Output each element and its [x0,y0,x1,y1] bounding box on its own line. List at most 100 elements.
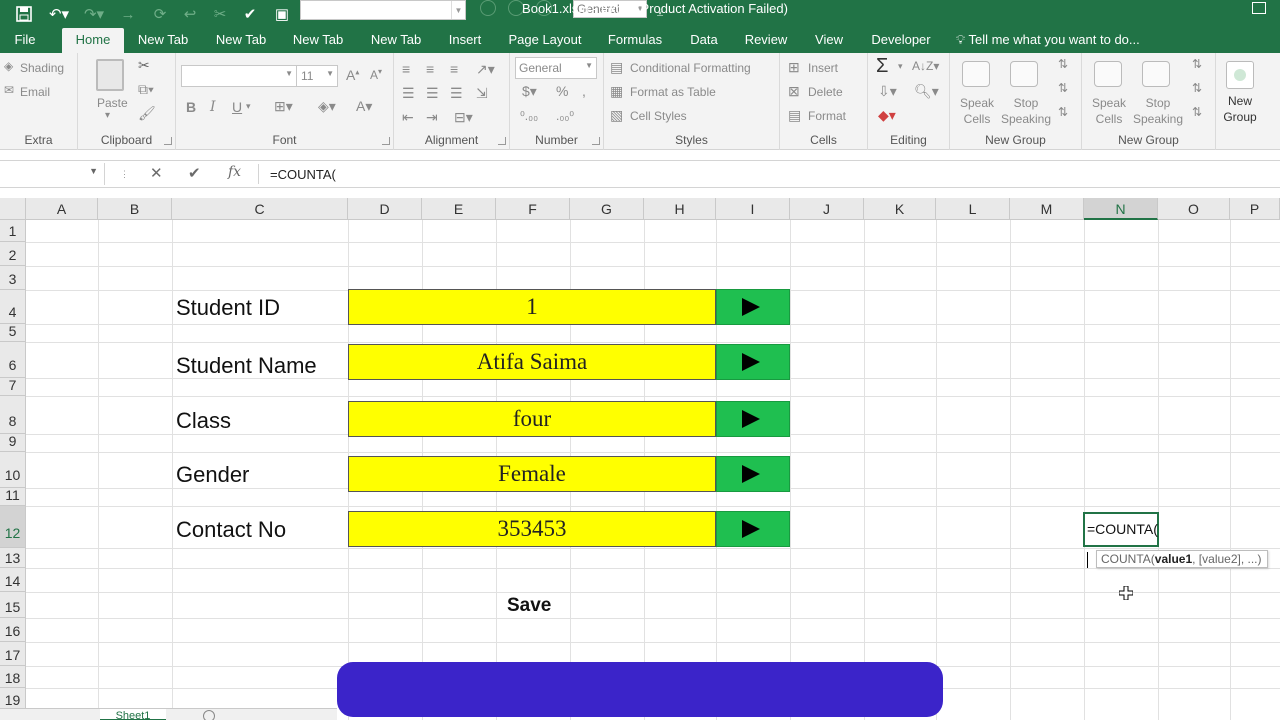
student-name-field[interactable]: Atifa Saima [348,344,716,380]
dialog-launcher-icon[interactable] [382,137,390,145]
row-header[interactable]: 1 [0,220,26,242]
fill-icon[interactable]: ⇩▾ [878,83,897,100]
function-tooltip[interactable]: COUNTA(value1, [value2], ...) [1096,550,1268,568]
column-header[interactable]: I [716,198,790,220]
gender-field[interactable]: Female [348,456,716,492]
tab-insert[interactable]: Insert [441,28,489,53]
decrease-font-icon[interactable]: A▾ [370,67,382,82]
stop-speaking-button[interactable]: Stop Speaking [1132,95,1184,127]
dialog-launcher-icon[interactable] [164,137,172,145]
row-header[interactable]: 17 [0,642,26,666]
column-header[interactable]: D [348,198,422,220]
student-id-go-button[interactable] [716,289,790,325]
column-header[interactable]: O [1158,198,1230,220]
tab-file[interactable]: File [0,28,50,53]
list-icon[interactable]: ⇅ [1058,57,1068,71]
decrease-decimal-icon[interactable]: .₀₀⁰ [556,109,574,123]
format-button[interactable]: Format [808,109,846,123]
list-icon[interactable]: ⇅ [1058,105,1068,119]
name-box[interactable]: ▼ [0,163,105,185]
bold-icon[interactable]: B [186,99,196,115]
column-header[interactable]: P [1230,198,1280,220]
column-header[interactable]: H [644,198,716,220]
insert-function-icon[interactable]: fx [228,164,241,180]
paste-icon[interactable] [96,59,124,91]
tab-home[interactable]: Home [62,28,124,53]
enter-icon[interactable]: ✔ [188,164,201,182]
currency-icon[interactable]: $▾ [522,83,537,100]
wrap-text-icon[interactable]: ⇲ [476,85,488,102]
email-button[interactable]: Email [20,85,50,99]
row-header[interactable]: 5 [0,324,26,342]
copy-icon[interactable]: ⧉▾ [138,81,154,98]
row-header[interactable]: 13 [0,548,26,568]
row-header[interactable]: 8 [0,396,26,434]
clear-icon[interactable]: ◆▾ [878,107,896,124]
column-header[interactable]: M [1010,198,1084,220]
tab-page-layout[interactable]: Page Layout [503,28,587,53]
tab-formulas[interactable]: Formulas [601,28,669,53]
tab-new-tab-4[interactable]: New Tab [364,28,428,53]
row-header[interactable]: 9 [0,434,26,452]
row-header[interactable]: 10 [0,452,26,488]
ribbon-display-options-icon[interactable] [1252,2,1266,14]
format-as-table-button[interactable]: Format as Table [630,85,716,99]
delete-button[interactable]: Delete [808,85,843,99]
font-color-icon[interactable]: A▾ [356,98,372,115]
row-header[interactable]: 4 [0,290,26,324]
row-header[interactable]: 18 [0,666,26,688]
autosum-icon[interactable]: Σ [876,55,888,78]
tab-view[interactable]: View [808,28,850,53]
contact-no-field[interactable]: 353453 [348,511,716,547]
row-header[interactable]: 3 [0,266,26,290]
orientation-icon[interactable]: ↗▾ [476,61,495,78]
fill-color-icon[interactable]: ◈▾ [318,98,336,115]
tab-new-tab-1[interactable]: New Tab [131,28,195,53]
column-header[interactable]: E [422,198,496,220]
student-name-go-button[interactable] [716,344,790,380]
font-name-select[interactable]: ▼ [181,65,297,87]
sort-filter-icon[interactable]: A↓Z▾ [912,59,939,73]
column-header[interactable]: C [172,198,348,220]
cell-styles-button[interactable]: Cell Styles [630,109,687,123]
cut-icon[interactable]: ✂ [138,57,150,74]
tab-data[interactable]: Data [684,28,724,53]
speak-cells-button[interactable]: Speak Cells [1092,95,1126,127]
italic-icon[interactable]: I [210,99,216,115]
class-go-button[interactable] [716,401,790,437]
merge-center-icon[interactable]: ⊟▾ [454,109,473,126]
column-header[interactable]: A [26,198,98,220]
stop-speaking-button[interactable]: Stop Speaking [1000,95,1052,127]
student-id-field[interactable]: 1 [348,289,716,325]
worksheet-grid[interactable]: A B C D E F G H I J K L M N O P 1 2 3 4 … [0,198,1280,720]
format-painter-icon[interactable]: 🖌︎ [138,105,156,122]
cancel-icon[interactable]: ✕ [150,164,163,182]
increase-decimal-icon[interactable]: ⁰.₀₀ [520,109,538,123]
tab-developer[interactable]: Developer [864,28,938,53]
align-top-icon[interactable]: ≡ [402,61,410,77]
save-button[interactable]: Save [507,595,551,617]
tell-me-search[interactable]: 💡︎ Tell me what you want to do... [956,28,1140,53]
column-header[interactable]: J [790,198,864,220]
speak-cells-button[interactable]: Speak Cells [960,95,994,127]
row-header[interactable]: 16 [0,618,26,642]
row-header[interactable]: 11 [0,488,26,506]
drag-handle-icon[interactable]: ⋮ [120,169,129,180]
list-icon[interactable]: ⇅ [1192,81,1202,95]
class-field[interactable]: four [348,401,716,437]
shading-button[interactable]: Shading [20,61,64,75]
number-format-select[interactable]: General ▼ [515,57,597,79]
align-middle-icon[interactable]: ≡ [426,61,434,77]
contact-no-go-button[interactable] [716,511,790,547]
column-header[interactable]: L [936,198,1010,220]
list-icon[interactable]: ⇅ [1192,105,1202,119]
insert-button[interactable]: Insert [808,61,838,75]
percent-icon[interactable]: % [556,83,568,99]
column-header[interactable]: F [496,198,570,220]
column-header[interactable]: G [570,198,644,220]
decrease-indent-icon[interactable]: ⇤ [402,109,414,126]
add-sheet-icon[interactable] [203,710,215,720]
tab-review[interactable]: Review [739,28,793,53]
paste-button[interactable]: Paste [97,96,128,110]
tab-new-tab-3[interactable]: New Tab [286,28,350,53]
